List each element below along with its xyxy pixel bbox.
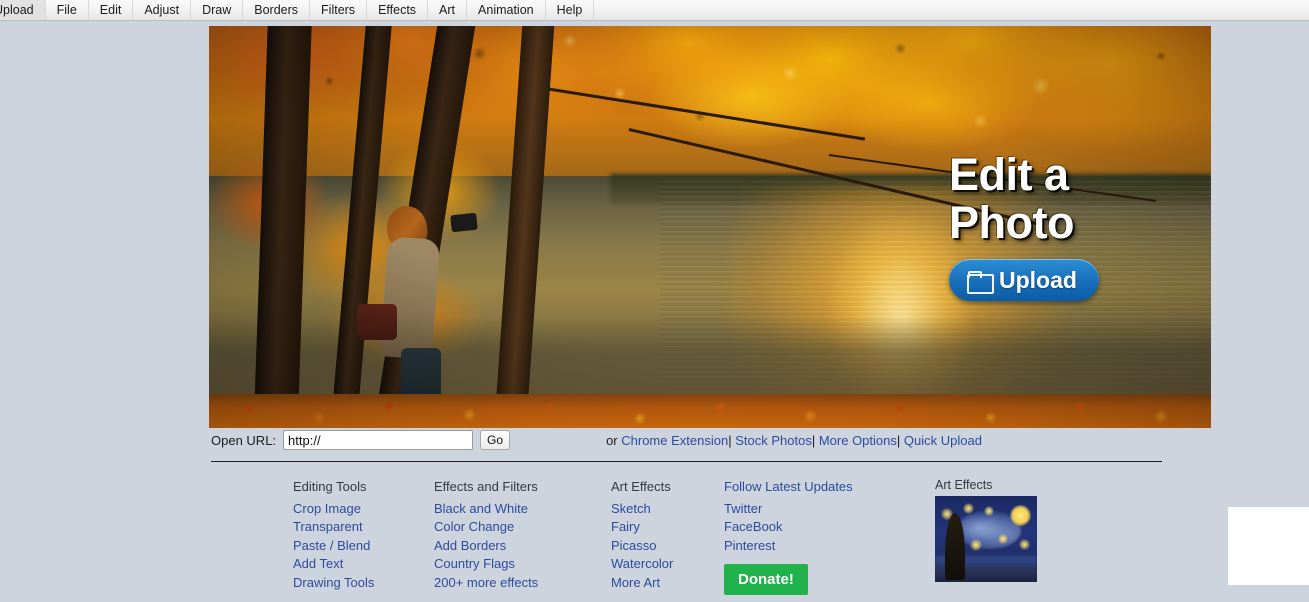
footer-link-pinterest[interactable]: Pinterest bbox=[724, 537, 930, 556]
or-label: or bbox=[606, 432, 618, 448]
footer-link-add-borders[interactable]: Add Borders bbox=[434, 537, 611, 556]
upload-button[interactable]: Upload bbox=[949, 259, 1099, 301]
footer-link-color-change[interactable]: Color Change bbox=[434, 518, 611, 537]
footer-link-picasso[interactable]: Picasso bbox=[611, 537, 724, 556]
footer-link-country-flags[interactable]: Country Flags bbox=[434, 555, 611, 574]
footer-link-sketch[interactable]: Sketch bbox=[611, 500, 724, 519]
open-url-row: Open URL: Go or Chrome Extension| Stock … bbox=[211, 429, 1191, 451]
menu-item-effects[interactable]: Effects bbox=[367, 0, 429, 20]
right-side-panel bbox=[1228, 507, 1309, 585]
link-stock-photos[interactable]: Stock Photos bbox=[735, 433, 812, 448]
footer-link-facebook[interactable]: FaceBook bbox=[724, 518, 930, 537]
footer-column-effects-and-filters: Effects and Filters Black and White Colo… bbox=[434, 478, 611, 592]
menu-item-file[interactable]: File bbox=[46, 0, 89, 20]
footer-link-paste-blend[interactable]: Paste / Blend bbox=[293, 537, 434, 556]
link-separator: | bbox=[728, 432, 732, 448]
footer-links: Editing Tools Crop Image Transparent Pas… bbox=[293, 478, 930, 595]
hero-banner[interactable]: Edit a Photo Upload bbox=[209, 26, 1211, 428]
footer-heading-art-effects: Art Effects bbox=[611, 479, 671, 494]
menu-item-animation[interactable]: Animation bbox=[467, 0, 546, 20]
hero-title: Edit a Photo bbox=[949, 149, 1074, 248]
footer-link-black-and-white[interactable]: Black and White bbox=[434, 500, 611, 519]
menu-item-help[interactable]: Help bbox=[546, 0, 595, 20]
footer-link-more-effects[interactable]: 200+ more effects bbox=[434, 574, 611, 593]
menu-bar-filler bbox=[594, 0, 1309, 20]
horizontal-divider bbox=[211, 461, 1162, 462]
footer-heading-editing-tools: Editing Tools bbox=[293, 479, 367, 494]
footer-column-follow-updates: Follow Latest Updates Twitter FaceBook P… bbox=[724, 478, 930, 595]
starry-night-star bbox=[962, 502, 974, 514]
menu-item-edit[interactable]: Edit bbox=[89, 0, 134, 20]
link-separator: | bbox=[811, 432, 816, 448]
open-url-input[interactable] bbox=[283, 430, 474, 450]
link-more-options[interactable]: More Options bbox=[819, 433, 897, 448]
footer-column-editing-tools: Editing Tools Crop Image Transparent Pas… bbox=[293, 478, 434, 592]
footer-heading-follow-latest-updates[interactable]: Follow Latest Updates bbox=[724, 478, 930, 497]
donate-button[interactable]: Donate! bbox=[724, 564, 808, 595]
starry-night-moon bbox=[1009, 504, 1031, 526]
open-url-label: Open URL: bbox=[211, 432, 277, 448]
link-quick-upload[interactable]: Quick Upload bbox=[904, 433, 982, 448]
shortcut-links: or Chrome Extension| Stock Photos| More … bbox=[606, 433, 982, 448]
menu-item-draw[interactable]: Draw bbox=[191, 0, 244, 20]
footer-link-more-art[interactable]: More Art bbox=[611, 574, 724, 593]
menu-item-borders[interactable]: Borders bbox=[243, 0, 311, 20]
menu-item-upload[interactable]: Upload bbox=[0, 0, 46, 20]
menu-item-filters[interactable]: Filters bbox=[310, 0, 368, 20]
footer-column-art-effects: Art Effects Sketch Fairy Picasso Waterco… bbox=[611, 478, 724, 592]
art-effects-thumbnail-label: Art Effects bbox=[935, 478, 993, 492]
starry-night-star bbox=[1018, 539, 1030, 550]
folder-icon bbox=[967, 270, 994, 294]
footer-link-crop-image[interactable]: Crop Image bbox=[293, 500, 434, 519]
footer-link-fairy[interactable]: Fairy bbox=[611, 518, 724, 537]
footer-link-drawing-tools[interactable]: Drawing Tools bbox=[293, 574, 434, 593]
footer-link-watercolor[interactable]: Watercolor bbox=[611, 555, 724, 574]
link-separator: | bbox=[896, 432, 901, 448]
hero-overlay: Edit a Photo Upload bbox=[949, 151, 1169, 301]
footer-link-add-text[interactable]: Add Text bbox=[293, 555, 434, 574]
upload-button-label: Upload bbox=[999, 266, 1077, 293]
footer-link-transparent[interactable]: Transparent bbox=[293, 518, 434, 537]
footer-heading-effects-and-filters: Effects and Filters bbox=[434, 479, 538, 494]
menu-item-adjust[interactable]: Adjust bbox=[133, 0, 192, 20]
art-effects-thumbnail-block: Art Effects bbox=[935, 478, 1037, 582]
link-chrome-extension[interactable]: Chrome Extension bbox=[621, 433, 728, 448]
art-effects-thumbnail-image[interactable] bbox=[935, 496, 1037, 582]
menu-bar: Upload File Edit Adjust Draw Borders Fil… bbox=[0, 0, 1309, 21]
starry-night-star bbox=[969, 539, 982, 551]
menu-item-art[interactable]: Art bbox=[428, 0, 468, 20]
footer-link-twitter[interactable]: Twitter bbox=[724, 500, 930, 519]
go-button[interactable]: Go bbox=[480, 430, 511, 450]
